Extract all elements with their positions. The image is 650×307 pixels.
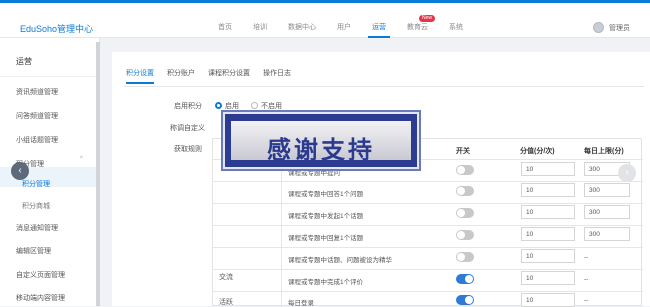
rule-score-input-6[interactable]: 10 [521,293,575,307]
top-bar: EduSoho管理中心 首页 培训 数据中心 用户 运营 教育云 New 系统 管… [0,0,650,38]
rule-score-input-3[interactable]: 10 [521,227,575,241]
nav-operations[interactable]: 运营 [368,21,390,38]
sidebar-item-edit-area[interactable]: 编辑区管理 [16,246,51,256]
accent-line [0,0,650,3]
rule-limit-text-6: -- [584,297,589,304]
rule-toggle-1[interactable] [456,186,474,196]
tab-operation-log[interactable]: 操作日志 [263,68,291,84]
rule-score-input-2[interactable]: 10 [521,205,575,219]
tab-course-points[interactable]: 课程积分设置 [208,68,250,84]
header-score: 分值(分/次) [520,148,555,155]
tab-divider [124,86,644,87]
user-menu[interactable]: 管理员 [593,22,630,33]
sidebar-item-news[interactable]: 资讯频道管理 [16,87,58,97]
rule-text-1: 课程或专题中回答1个问题 [288,191,364,198]
sidebar-item-mobile[interactable]: 移动端内容管理 [16,293,65,303]
chevron-up-icon[interactable]: ^ [80,156,83,162]
table-row-divider [213,269,643,270]
sidebar-item-notifications[interactable]: 消息通知管理 [16,223,58,233]
main-panel: 积分设置 积分账户 课程积分设置 操作日志 启用积分 启用 不启用 称调自定义 … [112,52,650,307]
nav-users[interactable]: 用户 [337,21,351,35]
rule-limit-input-1[interactable]: 300 [584,183,630,197]
sidebar-divider [0,76,100,77]
app-brand[interactable]: EduSoho管理中心 [20,22,93,35]
nav-edu-cloud-label: 教育云 [407,24,428,31]
user-name: 管理员 [609,24,630,32]
header-limit: 每日上限(分) [584,148,624,155]
rule-toggle-4[interactable] [456,252,474,262]
rules-label: 获取规则 [174,146,202,153]
table-row-divider [213,291,643,292]
table-row-divider [213,225,643,226]
sidebar-title: 运营 [16,57,32,66]
rule-toggle-5[interactable] [456,274,474,284]
overlay-text: 感谢支持 [267,136,375,164]
nav-system[interactable]: 系统 [449,21,463,35]
rule-limit-input-3[interactable]: 300 [584,227,630,241]
tab-points-settings[interactable]: 积分设置 [126,68,154,84]
rule-toggle-6[interactable] [456,295,474,305]
header-switch: 开关 [456,148,470,155]
points-name-label: 称调自定义 [170,125,205,132]
avatar [593,22,604,33]
nav-training[interactable]: 培训 [253,21,267,35]
radio-enable[interactable] [215,102,222,109]
rule-score-input-0[interactable]: 10 [521,162,575,176]
nav-edu-cloud[interactable]: 教育云 New [407,15,436,35]
rule-limit-text-5: -- [584,276,589,283]
sidebar-scrollbar[interactable] [96,42,100,306]
overlay-panel: 感谢支持 [231,121,411,164]
rule-toggle-0[interactable] [456,165,474,175]
sidebar-item-points-manage[interactable]: 积分管理 [22,179,50,189]
rule-score-input-4[interactable]: 10 [521,249,575,263]
rule-text-2: 课程或专题中发起1个话题 [288,213,364,220]
radio-disable-label: 不启用 [260,103,282,110]
group-exchange: 交流 [219,274,233,281]
rule-text-3: 课程或专题中回复1个话题 [288,235,364,242]
nav-data-center[interactable]: 数据中心 [288,21,316,35]
enable-radio-group: 启用 不启用 [215,101,292,111]
radio-enable-label: 启用 [225,103,239,110]
new-badge: New [419,15,436,22]
sidebar-item-points-mall[interactable]: 积分商城 [22,201,50,211]
main-nav: 首页 培训 数据中心 用户 运营 教育云 New 系统 [218,15,484,38]
rule-score-input-1[interactable]: 10 [521,183,575,197]
rule-limit-input-2[interactable]: 300 [584,205,630,219]
rule-score-input-5[interactable]: 10 [521,271,575,285]
tab-points-account[interactable]: 积分账户 [167,68,195,84]
rule-text-5: 课程或专题中完成1个评价 [288,279,364,286]
rule-toggle-2[interactable] [456,208,474,218]
radio-disable[interactable] [250,102,258,109]
chevron-left-icon[interactable]: ‹ [11,162,29,180]
table-row-divider [213,181,643,182]
sidebar-item-custom-pages[interactable]: 自定义页面管理 [16,270,65,280]
table-row-divider [213,203,643,204]
nav-home[interactable]: 首页 [218,21,232,35]
sidebar-item-group[interactable]: 小组话题管理 [16,135,58,145]
rule-toggle-3[interactable] [456,230,474,240]
thank-you-overlay: 感谢支持 [223,112,419,169]
chevron-right-icon[interactable]: › [618,164,636,182]
table-row-divider [213,247,643,248]
sidebar-item-qa[interactable]: 问答频道管理 [16,111,58,121]
enable-points-label: 启用积分 [174,103,202,110]
tab-bar: 积分设置 积分账户 课程积分设置 操作日志 [126,68,304,84]
rule-limit-text-4: -- [584,254,589,261]
rule-text-4: 课程或专题中话题、问题被设为精华 [288,257,392,264]
